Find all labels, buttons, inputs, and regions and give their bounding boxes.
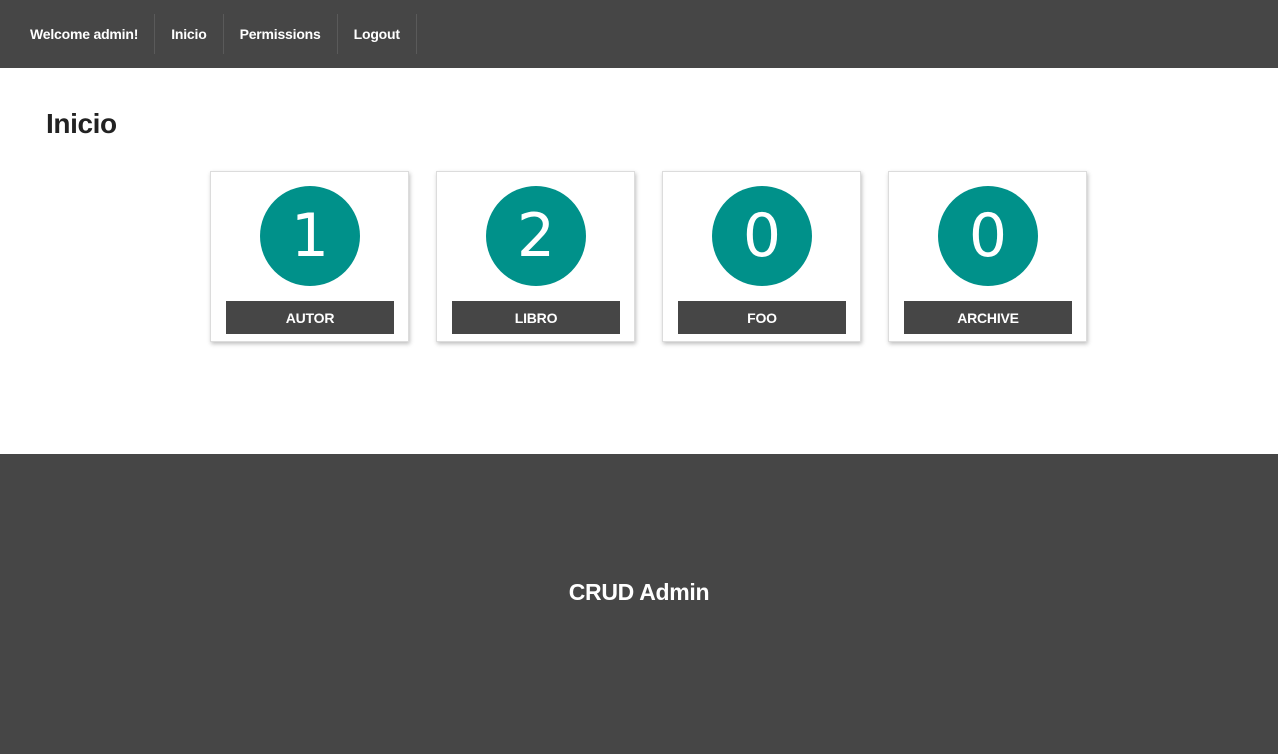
nav-inicio[interactable]: Inicio — [155, 14, 224, 54]
card-foo[interactable]: 0 FOO — [662, 171, 861, 342]
count-badge: 0 — [938, 186, 1038, 286]
card-label-button[interactable]: FOO — [678, 301, 846, 334]
card-label-button[interactable]: AUTOR — [226, 301, 394, 334]
top-navbar: Welcome admin! Inicio Permissions Logout — [0, 0, 1278, 68]
nav-permissions[interactable]: Permissions — [224, 14, 338, 54]
nav-logout[interactable]: Logout — [338, 14, 417, 54]
count-badge: 0 — [712, 186, 812, 286]
nav-welcome-admin[interactable]: Welcome admin! — [14, 14, 156, 54]
card-autor[interactable]: 1 AUTOR — [210, 171, 409, 342]
page-title: Inicio — [46, 108, 117, 139]
main-content: Inicio 1 AUTOR 2 LIBRO 0 FOO 0 ARCHIVE — [0, 68, 1278, 454]
count-badge: 1 — [260, 186, 360, 286]
footer: CRUD Admin — [0, 454, 1278, 754]
model-cards: 1 AUTOR 2 LIBRO 0 FOO 0 ARCHIVE — [210, 171, 1087, 342]
card-archive[interactable]: 0 ARCHIVE — [888, 171, 1087, 342]
card-libro[interactable]: 2 LIBRO — [436, 171, 635, 342]
count-badge: 2 — [486, 186, 586, 286]
card-label-button[interactable]: ARCHIVE — [904, 301, 1072, 334]
card-label-button[interactable]: LIBRO — [452, 301, 620, 334]
footer-title: CRUD Admin — [568, 578, 710, 605]
